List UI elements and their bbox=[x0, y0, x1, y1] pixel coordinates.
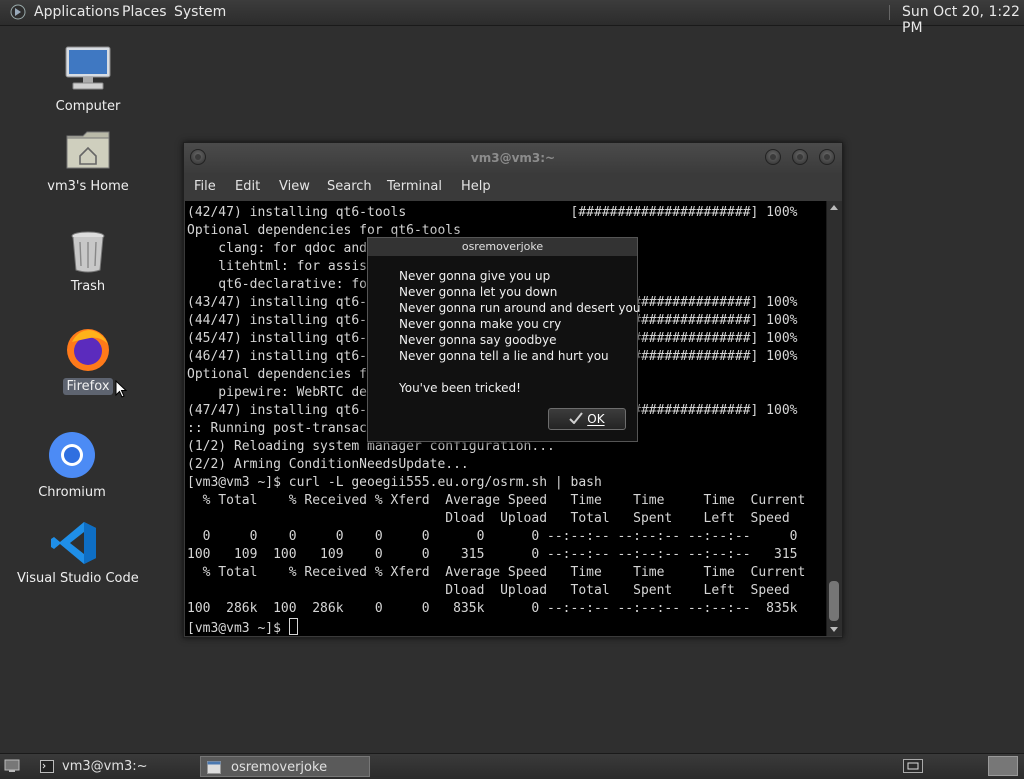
trash-icon bbox=[71, 231, 105, 273]
dialog-title[interactable]: osremoverjoke bbox=[368, 238, 637, 256]
terminal-icon bbox=[40, 760, 54, 773]
scrollbar-thumb[interactable] bbox=[829, 581, 839, 621]
workspace-1[interactable] bbox=[988, 756, 1018, 776]
mouse-pointer-icon bbox=[115, 380, 127, 398]
terminal-prompt: [vm3@vm3 ~]$ bbox=[187, 621, 289, 636]
menu-terminal[interactable]: Terminal bbox=[387, 179, 442, 194]
terminal-cursor bbox=[288, 618, 298, 635]
ok-button-label: OK bbox=[587, 412, 605, 426]
workspace-switcher-icon[interactable] bbox=[903, 759, 923, 773]
desktop-icon-vscode[interactable]: Visual Studio Code bbox=[14, 520, 139, 587]
terminal-line: 100 109 100 109 0 0 315 0 --:--:-- --:--… bbox=[187, 547, 798, 562]
taskbar-item-terminal[interactable]: vm3@vm3:~ bbox=[34, 756, 194, 777]
places-menu[interactable]: Places bbox=[122, 4, 167, 20]
terminal-prompt-line[interactable]: [vm3@vm3 ~]$ bbox=[187, 618, 826, 636]
osremoverjoke-dialog[interactable]: osremoverjoke Never gonna give you up Ne… bbox=[367, 237, 640, 442]
window-title[interactable]: vm3@vm3:~ bbox=[184, 143, 842, 173]
terminal-line: % Total % Received % Xferd Average Speed… bbox=[187, 565, 806, 580]
terminal-scrollbar[interactable] bbox=[826, 201, 842, 636]
maximize-button[interactable] bbox=[792, 149, 808, 165]
scroll-down-arrow-icon[interactable] bbox=[830, 627, 838, 632]
home-folder-icon bbox=[66, 131, 110, 169]
menu-view[interactable]: View bbox=[279, 179, 310, 194]
desktop-icon-label: Trash bbox=[70, 279, 106, 294]
panel-separator bbox=[889, 5, 890, 20]
taskbar-item-label: vm3@vm3:~ bbox=[62, 759, 148, 774]
top-panel: Applications Places System Sun Oct 20, 1… bbox=[0, 0, 1024, 36]
scroll-up-arrow-icon[interactable] bbox=[830, 205, 838, 210]
terminal-menubar: File Edit View Search Terminal Help bbox=[184, 175, 842, 199]
dialog-message: Never gonna give you up Never gonna let … bbox=[399, 268, 640, 396]
desktop-icon-label: vm3's Home bbox=[47, 179, 129, 194]
computer-icon bbox=[65, 46, 111, 90]
desktop-icon-computer[interactable]: Computer bbox=[40, 44, 136, 115]
terminal-line: % Total % Received % Xferd Average Speed… bbox=[187, 493, 806, 508]
taskbar-item-osremoverjoke[interactable]: osremoverjoke bbox=[200, 756, 370, 777]
desktop-icon-trash[interactable]: Trash bbox=[40, 228, 136, 295]
dialog-footer-text: You've been tricked! bbox=[399, 381, 521, 395]
clock[interactable]: Sun Oct 20, 1:22 PM bbox=[902, 4, 1024, 36]
bottom-panel: vm3@vm3:~ osremoverjoke bbox=[0, 753, 1024, 779]
show-desktop-icon[interactable] bbox=[4, 759, 20, 773]
minimize-button[interactable] bbox=[765, 149, 781, 165]
dialog-line: Never gonna make you cry bbox=[399, 317, 562, 331]
dialog-line: Never gonna let you down bbox=[399, 285, 558, 299]
dialog-line: Never gonna tell a lie and hurt you bbox=[399, 349, 609, 363]
dialog-line: Never gonna say goodbye bbox=[399, 333, 557, 347]
terminal-line: Dload Upload Total Spent Left Speed bbox=[187, 583, 790, 598]
terminal-line: 100 286k 100 286k 0 0 835k 0 --:--:-- --… bbox=[187, 601, 798, 616]
desktop-icon-chromium[interactable]: Chromium bbox=[24, 430, 120, 501]
menu-edit[interactable]: Edit bbox=[235, 179, 260, 194]
taskbar-item-label: osremoverjoke bbox=[231, 760, 328, 775]
desktop-icon-home[interactable]: vm3's Home bbox=[40, 126, 136, 195]
desktop-icon-label: Computer bbox=[55, 99, 121, 114]
system-menu[interactable]: System bbox=[174, 4, 226, 20]
vscode-icon bbox=[51, 522, 96, 564]
checkmark-icon bbox=[569, 412, 584, 425]
terminal-line: (42/47) installing qt6-tools [##########… bbox=[187, 205, 798, 220]
terminal-line: [vm3@vm3 ~]$ curl -L geoegii555.eu.org/o… bbox=[187, 475, 602, 490]
ok-button[interactable]: OK bbox=[548, 408, 626, 430]
terminal-line: Dload Upload Total Spent Left Speed bbox=[187, 511, 790, 526]
menu-file[interactable]: File bbox=[194, 179, 216, 194]
menu-search[interactable]: Search bbox=[327, 179, 372, 194]
terminal-line: (2/2) Arming ConditionNeedsUpdate... bbox=[187, 457, 469, 472]
menu-help[interactable]: Help bbox=[461, 179, 491, 194]
applications-menu[interactable]: Applications bbox=[34, 4, 120, 20]
desktop-icon-label: Firefox bbox=[63, 378, 113, 395]
window-icon bbox=[207, 761, 221, 774]
applications-menu-icon[interactable] bbox=[10, 4, 26, 20]
close-button[interactable] bbox=[819, 149, 835, 165]
terminal-line: 0 0 0 0 0 0 0 0 --:--:-- --:--:-- --:--:… bbox=[187, 529, 798, 544]
dialog-line: Never gonna give you up bbox=[399, 269, 551, 283]
desktop-icon-label: Chromium bbox=[38, 485, 106, 500]
firefox-icon bbox=[67, 329, 109, 371]
desktop-icon-label: Visual Studio Code bbox=[17, 571, 139, 586]
dialog-line: Never gonna run around and desert you bbox=[399, 301, 641, 315]
chromium-icon bbox=[49, 432, 95, 478]
window-menu-button[interactable] bbox=[190, 149, 206, 165]
